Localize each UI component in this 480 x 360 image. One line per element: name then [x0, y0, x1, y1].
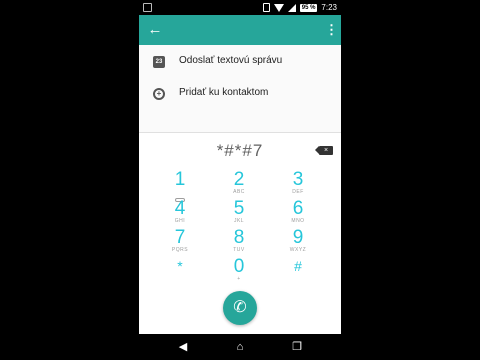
key-0[interactable]: 0 + — [219, 257, 259, 285]
wifi-icon — [273, 3, 284, 12]
key-6[interactable]: 6 MNO — [278, 199, 318, 227]
more-options-button[interactable]: ⋮ — [325, 21, 338, 39]
key-letters: DEF — [292, 189, 304, 195]
key-digit: 0 — [233, 256, 245, 277]
clock: 7:23 — [321, 3, 337, 12]
phone-icon: ✆ — [233, 299, 247, 316]
key-letters: TUV — [233, 247, 245, 253]
add-to-contacts-item[interactable]: + Pridať ku kontaktom — [139, 78, 341, 110]
key-star[interactable]: * — [160, 258, 200, 286]
key-letters: WXYZ — [289, 247, 307, 253]
key-4[interactable]: 4 GHI — [160, 199, 200, 227]
more-vert-icon: ⋮ — [325, 22, 338, 37]
key-digit: 8 — [233, 227, 245, 248]
backspace-icon: × — [323, 147, 329, 154]
nav-back-button[interactable]: ◀ — [175, 340, 191, 354]
dialpad: *#*#7 × 1 2 ABC 3 DEF 4 GHI 5 JKL 6 MNO — [139, 132, 341, 335]
key-digit: # — [294, 258, 302, 274]
arrow-left-icon: ← — [147, 21, 163, 38]
key-letters: + — [237, 276, 241, 282]
nav-recent-icon: ❐ — [292, 341, 302, 353]
message-icon: 23 — [153, 56, 165, 68]
vibrate-icon — [262, 3, 270, 12]
send-message-item[interactable]: 23 Odoslať textovú správu — [139, 46, 341, 78]
menu-label: Pridať ku kontaktom — [179, 87, 269, 98]
key-9[interactable]: 9 WXYZ — [278, 228, 318, 256]
nav-back-icon: ◀ — [178, 341, 188, 353]
call-button[interactable]: ✆ — [223, 291, 257, 325]
key-2[interactable]: 2 ABC — [219, 170, 259, 198]
status-icons: 95 % 7:23 — [262, 1, 337, 14]
key-digit: 4 — [174, 198, 186, 219]
navigation-bar: ◀ ⌂ ❐ — [139, 334, 341, 360]
app-toolbar: ← ⋮ — [139, 15, 341, 45]
key-digit: 5 — [233, 198, 245, 219]
key-7[interactable]: 7 PQRS — [160, 228, 200, 256]
key-letters: PQRS — [171, 247, 189, 253]
key-letters: JKL — [233, 218, 245, 224]
menu-label: Odoslať textovú správu — [179, 55, 283, 66]
key-digit: 1 — [174, 169, 186, 190]
nav-home-icon: ⌂ — [236, 341, 244, 353]
signal-icon — [287, 3, 296, 12]
key-hash[interactable]: # — [278, 258, 318, 286]
key-letters: GHI — [174, 218, 186, 224]
battery-indicator: 95 % — [299, 3, 318, 12]
notification-icon — [143, 3, 152, 12]
key-digit: 9 — [292, 227, 304, 248]
key-digit: 3 — [292, 169, 304, 190]
key-letters: MNO — [291, 218, 305, 224]
delete-button[interactable]: × — [315, 146, 333, 155]
key-digit: * — [177, 258, 183, 274]
key-letters: ABC — [233, 189, 245, 195]
status-bar: 95 % 7:23 — [139, 0, 341, 15]
add-contact-icon: + — [153, 88, 165, 100]
back-button[interactable]: ← — [147, 21, 163, 39]
phone-screen: 95 % 7:23 ← ⋮ 23 Odoslať textovú správu … — [139, 0, 341, 360]
key-3[interactable]: 3 DEF — [278, 170, 318, 198]
key-digit: 7 — [174, 227, 186, 248]
key-5[interactable]: 5 JKL — [219, 199, 259, 227]
key-digit: 2 — [233, 169, 245, 190]
nav-recent-button[interactable]: ❐ — [289, 340, 305, 354]
nav-home-button[interactable]: ⌂ — [232, 340, 248, 354]
key-digit: 6 — [292, 198, 304, 219]
key-8[interactable]: 8 TUV — [219, 228, 259, 256]
dialed-number[interactable]: *#*#7 — [139, 141, 341, 161]
key-1[interactable]: 1 — [160, 169, 200, 202]
